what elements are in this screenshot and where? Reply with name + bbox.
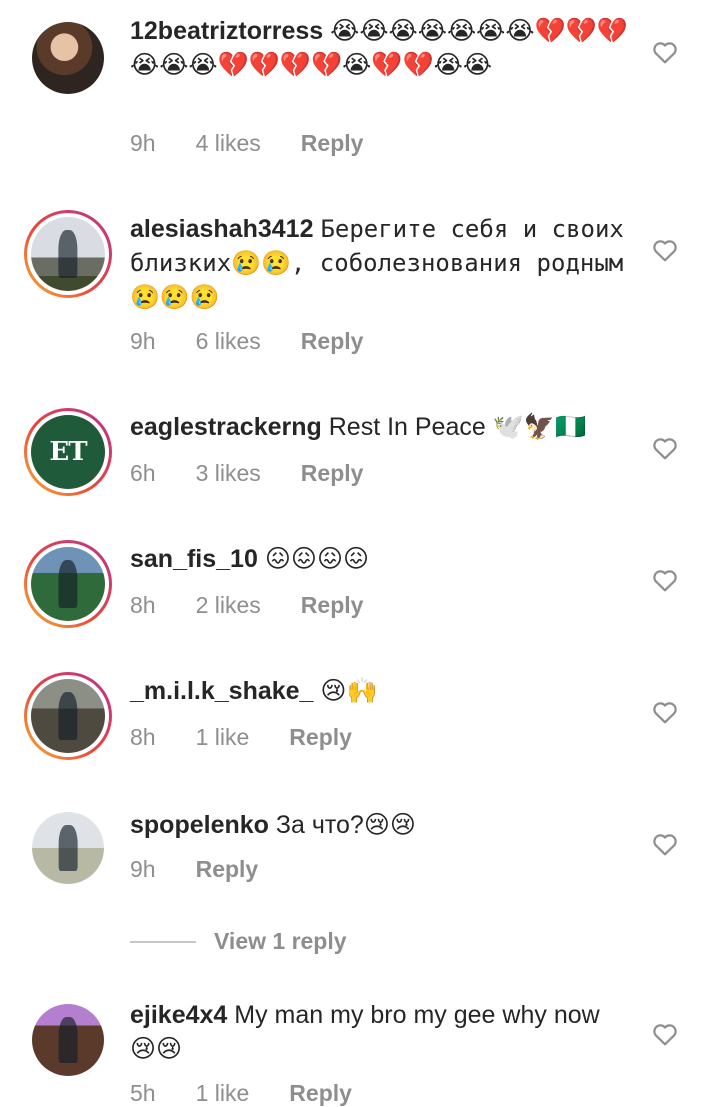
comment-likes[interactable]: 1 like	[196, 724, 250, 751]
comment-username[interactable]: ejike4x4	[130, 1001, 227, 1029]
heart-outline-icon[interactable]	[652, 1022, 678, 1046]
reply-button[interactable]: Reply	[289, 1080, 352, 1107]
comment-time: 5h	[130, 1080, 156, 1106]
avatar[interactable]	[24, 672, 112, 760]
comment-text: 😖😖😖😖	[264, 545, 370, 573]
comment-meta: 9h 6 likes Reply	[130, 328, 403, 355]
avatar-logo: ET	[49, 437, 87, 467]
comment-time: 9h	[130, 130, 156, 156]
avatar[interactable]: ET	[24, 408, 112, 496]
reply-button[interactable]: Reply	[289, 724, 352, 751]
heart-outline-icon[interactable]	[652, 832, 678, 856]
heart-outline-icon[interactable]	[652, 436, 678, 460]
comment-username[interactable]: san_fis_10	[130, 545, 258, 573]
comment-meta: 5h 1 like Reply	[130, 1080, 392, 1107]
comment-meta: 8h 2 likes Reply	[130, 592, 403, 619]
comment-likes[interactable]: 6 likes	[196, 328, 261, 355]
view-replies-button[interactable]: View 1 reply	[130, 928, 347, 955]
comment-username[interactable]: eaglestrackerng	[130, 413, 322, 441]
avatar[interactable]	[24, 804, 112, 892]
reply-button[interactable]: Reply	[301, 328, 364, 355]
comment-username[interactable]: _m.i.l.k_shake_	[130, 677, 313, 705]
heart-outline-icon[interactable]	[652, 568, 678, 592]
comment-meta: 9h Reply	[130, 856, 298, 883]
comment-time: 9h	[130, 328, 156, 354]
heart-outline-icon[interactable]	[652, 238, 678, 262]
reply-button[interactable]: Reply	[301, 460, 364, 487]
comment-text: 😢🙌	[320, 677, 378, 705]
heart-outline-icon[interactable]	[652, 40, 678, 64]
comment-meta: 8h 1 like Reply	[130, 724, 392, 751]
comment-username[interactable]: alesiashah3412	[130, 215, 313, 243]
avatar[interactable]	[24, 210, 112, 298]
comment-likes[interactable]: 4 likes	[196, 130, 261, 157]
comment-likes[interactable]: 1 like	[196, 1080, 250, 1107]
comment-time: 8h	[130, 592, 156, 618]
comment-text: Rest In Peace 🕊️🦅🇳🇬	[328, 413, 587, 441]
reply-button[interactable]: Reply	[301, 130, 364, 157]
view-replies-label: View 1 reply	[214, 928, 347, 954]
reply-button[interactable]: Reply	[196, 856, 259, 883]
avatar[interactable]	[24, 996, 112, 1084]
comment-time: 8h	[130, 724, 156, 750]
comment-username[interactable]: spopelenko	[130, 811, 269, 839]
avatar[interactable]	[24, 540, 112, 628]
comment-meta: 6h 3 likes Reply	[130, 460, 403, 487]
replies-divider	[130, 940, 196, 943]
comment-text: За что?😢😢	[275, 811, 416, 839]
comment-username[interactable]: 12beatriztorress	[130, 17, 323, 45]
heart-outline-icon[interactable]	[652, 700, 678, 724]
comment-time: 6h	[130, 460, 156, 486]
reply-button[interactable]: Reply	[301, 592, 364, 619]
comment-meta: 9h 4 likes Reply	[130, 130, 403, 157]
avatar[interactable]	[24, 14, 112, 102]
comment-likes[interactable]: 3 likes	[196, 460, 261, 487]
comment-likes[interactable]: 2 likes	[196, 592, 261, 619]
comment-time: 9h	[130, 856, 156, 882]
